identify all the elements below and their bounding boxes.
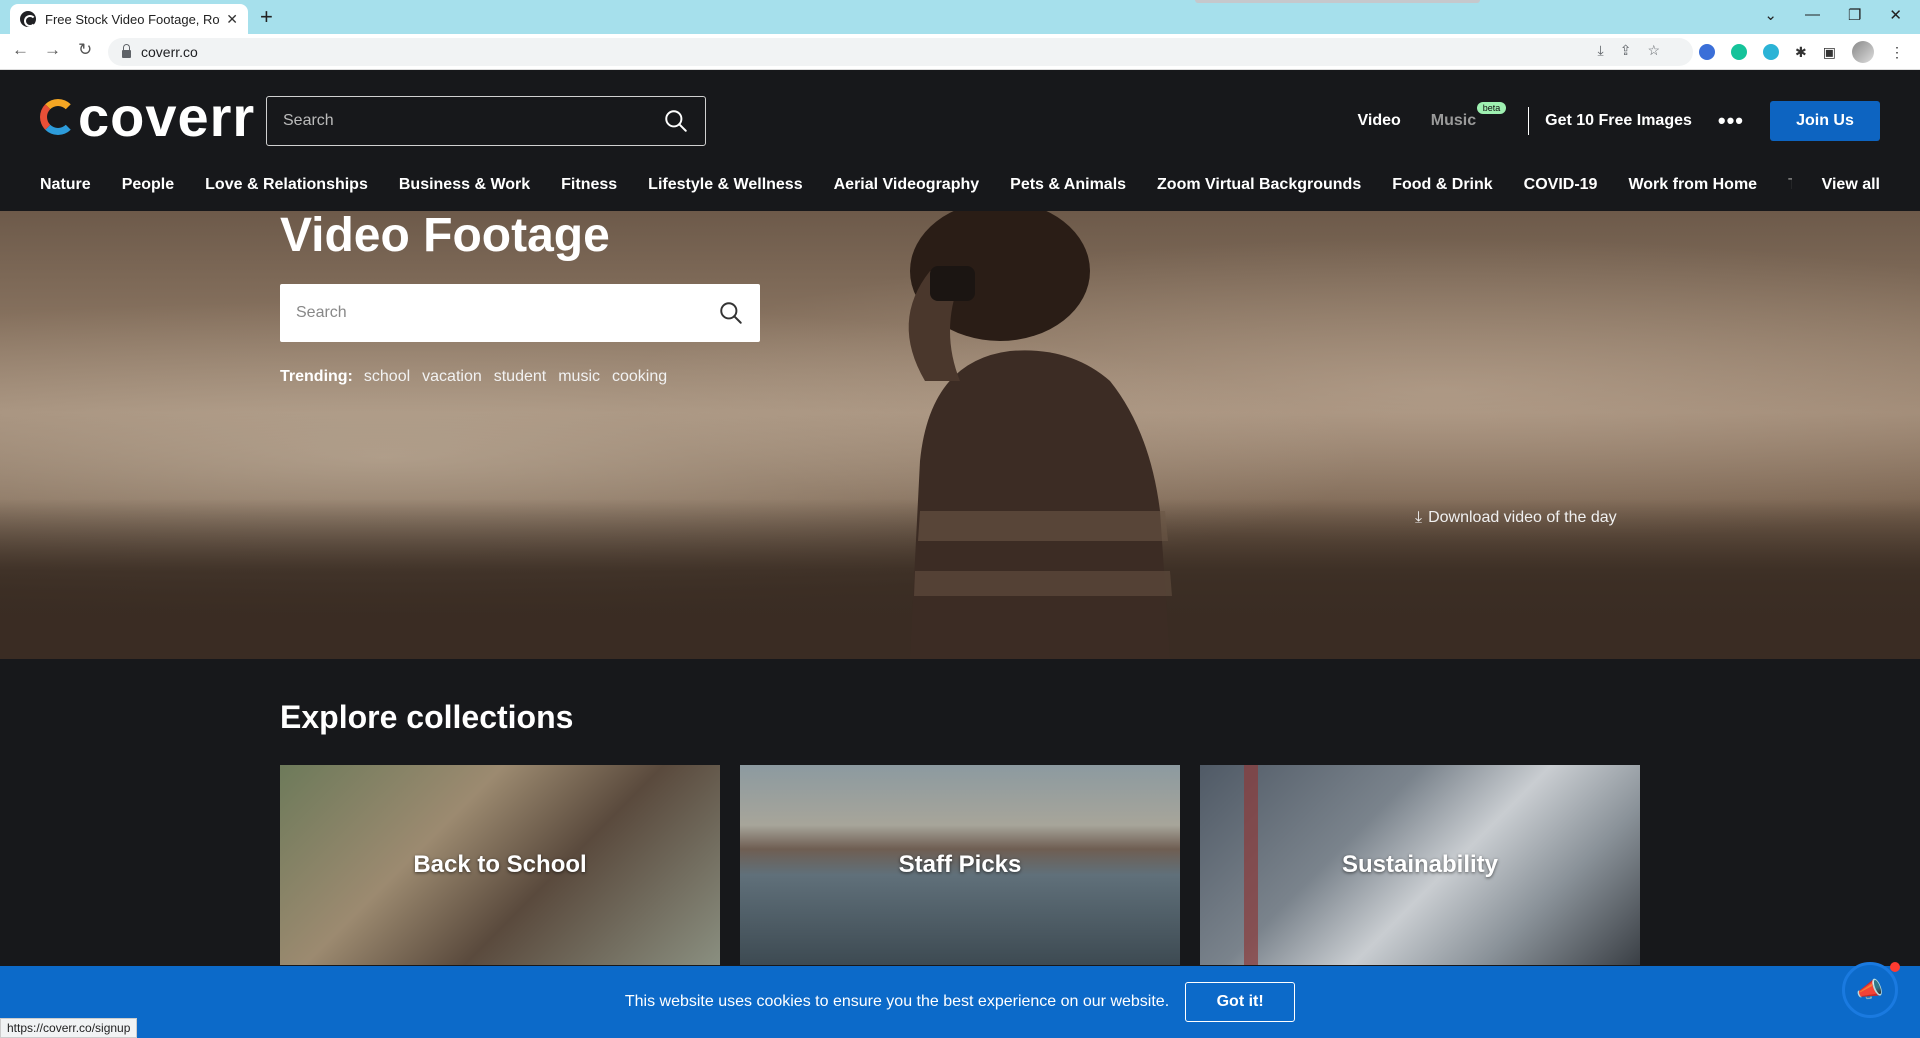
logo-wordmark: coverr (78, 85, 256, 148)
trending-tag[interactable]: vacation (422, 368, 482, 386)
tab-strip-indicator (1195, 0, 1480, 3)
extension-globe-icon[interactable] (1699, 44, 1716, 60)
category-aerial-videography[interactable]: Aerial Videography (834, 176, 980, 194)
collection-card-sustainability[interactable]: Sustainability (1200, 765, 1640, 965)
category-work-from-home[interactable]: Work from Home (1628, 176, 1757, 194)
restore-icon[interactable]: ❐ (1848, 6, 1861, 24)
view-all-link[interactable]: View all (1822, 176, 1880, 194)
tab-search-icon[interactable]: ⌄ (1764, 6, 1777, 24)
join-us-button[interactable]: Join Us (1770, 101, 1880, 141)
nav-music-label: Music (1430, 112, 1477, 129)
site-favicon-icon (20, 11, 36, 27)
search-icon[interactable] (663, 108, 689, 134)
new-tab-button[interactable]: + (260, 6, 273, 28)
cookie-accept-button[interactable]: Got it! (1185, 982, 1296, 1022)
address-text: coverr.co (141, 44, 198, 60)
collection-card-label: Staff Picks (898, 851, 1022, 878)
trending-tag[interactable]: cooking (612, 368, 667, 386)
window-controls: ⌄ — ❐ ✕ (1764, 6, 1902, 24)
tab-close-icon[interactable]: ✕ (226, 11, 238, 28)
feedback-button[interactable]: 📣 (1842, 962, 1898, 1018)
profile-avatar[interactable] (1852, 41, 1874, 63)
trending-tag[interactable]: school (364, 368, 410, 386)
trending-label: Trending: (280, 368, 353, 385)
hero-search-box (280, 284, 760, 342)
category-business-work[interactable]: Business & Work (399, 176, 530, 194)
search-icon[interactable] (718, 300, 744, 326)
category-fitness[interactable]: Fitness (561, 176, 617, 194)
site-header: coverr Video Music beta Get 10 Free Imag… (0, 71, 1920, 211)
nav-divider (1528, 107, 1530, 135)
minimize-icon[interactable]: — (1805, 6, 1820, 24)
collection-card-staff-picks[interactable]: Staff Picks (740, 765, 1180, 965)
hero-title: Video Footage (280, 211, 610, 262)
collection-card-label: Sustainability (1341, 851, 1499, 878)
download-label: Download video of the day (1428, 509, 1617, 526)
window-close-icon[interactable]: ✕ (1889, 6, 1902, 24)
bookmark-star-icon[interactable]: ☆ (1647, 42, 1660, 59)
category-nature[interactable]: Nature (40, 176, 91, 194)
category-covid-19[interactable]: COVID-19 (1524, 176, 1598, 194)
logo-ring-icon (40, 99, 76, 135)
install-icon[interactable]: ⤓ (1598, 42, 1604, 59)
browser-tab[interactable]: Free Stock Video Footage, Roy ✕ (10, 4, 248, 34)
extension-grammarly-icon[interactable] (1731, 44, 1748, 60)
browser-toolbar: ← → ↻ coverr.co ⤓ ⇪ ☆ ✱ ▣ ⋮ (0, 34, 1920, 70)
share-icon[interactable]: ⇪ (1620, 42, 1632, 59)
header-search-box (266, 96, 706, 146)
address-bar[interactable]: coverr.co (108, 38, 1693, 66)
nav-music-link[interactable]: Music beta (1430, 102, 1507, 130)
lock-icon (122, 44, 131, 58)
download-video-of-day-link[interactable]: ⤓ Download video of the day (1415, 509, 1617, 527)
category-food-drink[interactable]: Food & Drink (1392, 176, 1492, 194)
hero-person-image (908, 211, 1172, 659)
nav-video-link[interactable]: Video (1358, 112, 1401, 130)
trending-tag[interactable]: music (558, 368, 600, 386)
back-icon[interactable]: ← (12, 40, 29, 60)
side-panel-icon[interactable]: ▣ (1823, 44, 1836, 61)
extension-translate-icon[interactable] (1763, 44, 1780, 60)
trending-tag[interactable]: student (494, 368, 546, 386)
category-people[interactable]: People (122, 176, 174, 194)
download-icon: ⤓ (1415, 509, 1423, 526)
status-bar-url: https://coverr.co/signup (0, 1018, 138, 1038)
category-zoom-backgrounds[interactable]: Zoom Virtual Backgrounds (1157, 176, 1361, 194)
extensions-puzzle-icon[interactable]: ✱ (1795, 44, 1807, 61)
header-search-input[interactable] (283, 112, 663, 130)
nav-free-images-link[interactable]: Get 10 Free Images (1545, 112, 1692, 130)
forward-icon[interactable]: → (44, 40, 61, 60)
header-nav: Video Music beta Get 10 Free Images ••• … (1318, 101, 1880, 141)
category-love-relationships[interactable]: Love & Relationships (205, 176, 368, 194)
trending-tags: Trending: school vacation student music … (280, 368, 679, 386)
cookie-text: This website uses cookies to ensure you … (624, 993, 1170, 1010)
hero-search-input[interactable] (296, 304, 718, 322)
tab-title: Free Stock Video Footage, Roy (45, 11, 221, 27)
browser-menu-icon[interactable]: ⋮ (1890, 44, 1904, 61)
category-travel[interactable]: Travel & (1788, 176, 1791, 194)
collections-title: Explore collections (280, 699, 574, 735)
omnibox-actions: ⤓ ⇪ ☆ (1598, 42, 1661, 59)
category-pets-animals[interactable]: Pets & Animals (1010, 176, 1126, 194)
browser-tab-bar: Free Stock Video Footage, Roy ✕ + ⌄ — ❐ … (0, 0, 1920, 34)
extensions-area: ✱ ▣ ⋮ (1699, 41, 1904, 63)
collection-card-label: Back to School (413, 851, 587, 878)
coverr-logo[interactable]: coverr (40, 89, 255, 145)
notification-dot (1890, 962, 1900, 972)
more-menu-icon[interactable]: ••• (1718, 108, 1744, 134)
collection-card-back-to-school[interactable]: Back to School (280, 765, 720, 965)
hero-video: Video Footage Trending: school vacation … (0, 211, 1920, 659)
category-nav: Nature People Love & Relationships Busin… (40, 171, 1880, 199)
beta-badge: beta (1476, 102, 1507, 114)
category-lifestyle-wellness[interactable]: Lifestyle & Wellness (648, 176, 802, 194)
megaphone-icon: 📣 (1856, 977, 1884, 1002)
cookie-banner: This website uses cookies to ensure you … (0, 966, 1920, 1038)
reload-icon[interactable]: ↻ (78, 40, 92, 60)
